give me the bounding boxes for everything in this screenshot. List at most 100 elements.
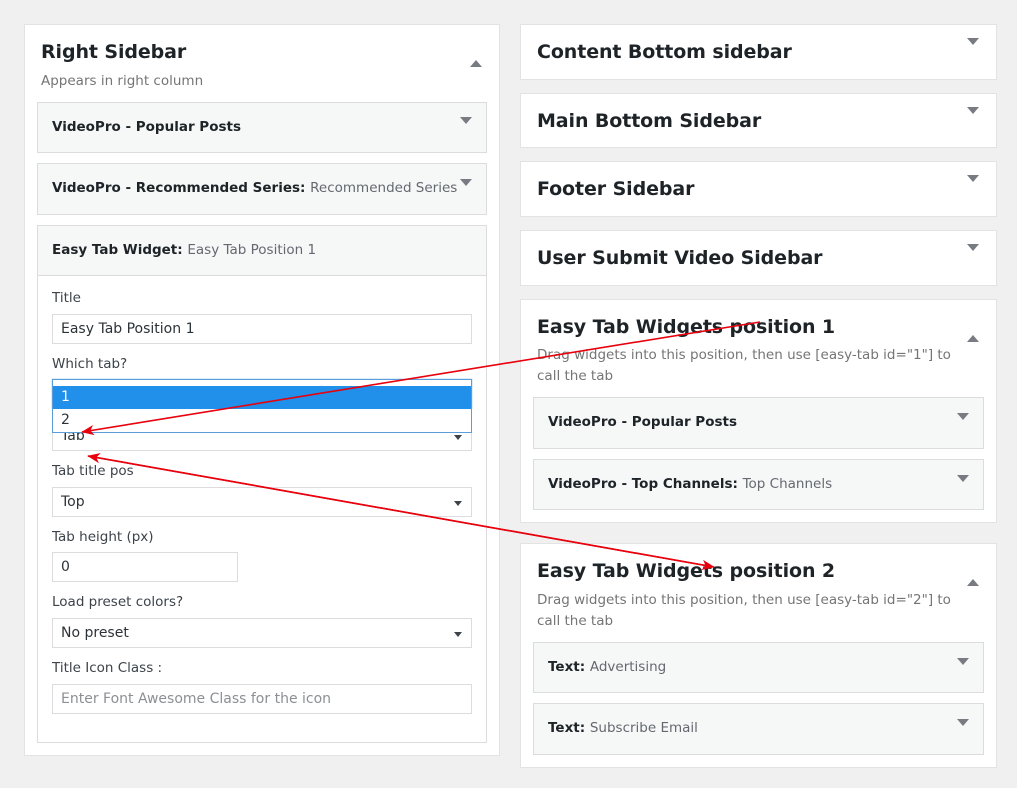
- triangle-down-glyph: [460, 178, 472, 202]
- triangle-down-glyph: [967, 38, 979, 60]
- widget-subtitle: Top Channels: [742, 475, 833, 492]
- sidebar-panel-easy-tab-position-2: Easy Tab Widgets position 2 Drag widgets…: [520, 543, 997, 768]
- panel-title: User Submit Video Sidebar: [537, 247, 823, 270]
- sidebar-panel-footer: Footer Sidebar: [520, 161, 997, 218]
- widget-easy-tab-widget[interactable]: Easy Tab Widget: Easy Tab Position 1 Tit…: [37, 224, 487, 743]
- sidebar-panel-right-sidebar: Right Sidebar Appears in right column Vi…: [24, 24, 500, 756]
- field-title: Title: [52, 290, 472, 344]
- triangle-down-icon[interactable]: [967, 244, 981, 267]
- triangle-up-glyph: [470, 45, 482, 67]
- widget-subtitle: Subscribe Email: [589, 720, 698, 737]
- panel-title: Easy Tab Widgets position 2: [537, 560, 836, 583]
- field-tab-title-pos: Tab title pos Top: [52, 463, 472, 517]
- triangle-down-icon[interactable]: [460, 178, 472, 204]
- dropdown-option-1[interactable]: 1: [53, 385, 471, 409]
- load-preset-colors-select[interactable]: No preset: [52, 617, 472, 648]
- widget-videopro-top-channels[interactable]: VideoPro - Top Channels: Top Channels: [533, 458, 984, 511]
- triangle-down-icon[interactable]: [957, 719, 969, 744]
- widget-subtitle: Advertising: [589, 658, 667, 675]
- widget-subtitle: Easy Tab Position 1: [187, 241, 317, 258]
- tab-height-label: Tab height (px): [52, 528, 154, 545]
- panel-title: Footer Sidebar: [537, 178, 695, 201]
- panel-title: Content Bottom sidebar: [537, 41, 792, 63]
- widget-list: Text: Advertising Text: Subscribe Email: [521, 641, 996, 767]
- triangle-down-glyph: [957, 413, 969, 437]
- widget-title: VideoPro - Popular Posts: [52, 118, 241, 135]
- triangle-up-glyph: [967, 564, 979, 587]
- tab-title-pos-select-value: Top: [61, 493, 85, 510]
- triangle-down-icon[interactable]: [967, 106, 981, 129]
- widgets-admin-screen: Right Sidebar Appears in right column Vi…: [0, 0, 1017, 781]
- field-load-preset-colors: Load preset colors? No preset: [52, 594, 472, 648]
- left-column: Right Sidebar Appears in right column Vi…: [24, 24, 500, 776]
- widget-title: Easy Tab Widget:: [52, 241, 183, 258]
- dropdown-option-2[interactable]: 2: [53, 409, 471, 432]
- widget-header[interactable]: Easy Tab Widget: Easy Tab Position 1: [38, 225, 486, 504]
- widget-header[interactable]: Text: Advertising: [534, 643, 983, 693]
- widget-title: VideoPro - Recommended Series:: [52, 180, 306, 197]
- sidebar-panel-main-bottom: Main Bottom Sidebar: [520, 92, 997, 149]
- widget-title: Text:: [548, 720, 586, 737]
- load-preset-colors-select-value: No preset: [61, 624, 129, 641]
- title-icon-class-input[interactable]: [52, 683, 472, 714]
- triangle-up-glyph: [967, 319, 979, 342]
- triangle-down-icon[interactable]: [957, 413, 969, 438]
- triangle-down-glyph: [967, 175, 979, 198]
- triangle-down-glyph: [957, 474, 969, 498]
- triangle-down-glyph: [967, 244, 979, 267]
- sidebar-panel-user-submit-video: User Submit Video Sidebar: [520, 230, 997, 286]
- panel-title: Easy Tab Widgets position 1: [537, 315, 836, 338]
- panel-header[interactable]: Footer Sidebar: [521, 162, 996, 216]
- widget-header[interactable]: Text: Subscribe Email: [534, 704, 983, 754]
- triangle-down-glyph: [957, 719, 969, 743]
- widget-subtitle: Recommended Series: [310, 180, 458, 197]
- widget-header[interactable]: VideoPro - Popular Posts: [534, 398, 983, 448]
- triangle-down-glyph: [460, 117, 472, 141]
- triangle-down-icon[interactable]: [967, 38, 981, 60]
- tab-height-input[interactable]: [52, 552, 238, 583]
- widget-videopro-popular-posts[interactable]: VideoPro - Popular Posts: [533, 397, 984, 449]
- sidebar-panel-content-bottom: Content Bottom sidebar: [520, 24, 997, 80]
- triangle-up-icon[interactable]: [967, 564, 981, 587]
- panel-header[interactable]: Right Sidebar Appears in right column: [25, 25, 499, 102]
- panel-description: Drag widgets into this position, then us…: [537, 347, 951, 385]
- sidebar-panel-easy-tab-position-1: Easy Tab Widgets position 1 Drag widgets…: [520, 298, 997, 524]
- triangle-down-icon[interactable]: [967, 175, 981, 198]
- widget-header[interactable]: VideoPro - Recommended Series: Recommend…: [38, 164, 486, 214]
- triangle-down-glyph: [957, 657, 969, 681]
- panel-header[interactable]: Content Bottom sidebar: [521, 25, 996, 79]
- triangle-down-icon[interactable]: [957, 474, 969, 500]
- which-tab-dropdown-list[interactable]: 1 2: [52, 385, 472, 433]
- widget-title: Text:: [548, 658, 586, 675]
- widget-text-advertising[interactable]: Text: Advertising: [533, 641, 984, 694]
- widget-videopro-recommended-series[interactable]: VideoPro - Recommended Series: Recommend…: [37, 163, 487, 215]
- tab-title-pos-select[interactable]: Top: [52, 486, 472, 517]
- load-preset-colors-label: Load preset colors?: [52, 594, 184, 611]
- panel-header[interactable]: Main Bottom Sidebar: [521, 94, 996, 148]
- panel-header[interactable]: User Submit Video Sidebar: [521, 231, 996, 285]
- widget-list: VideoPro - Popular Posts VideoPro - Top …: [521, 397, 996, 522]
- field-tab-height: Tab height (px): [52, 529, 472, 583]
- page-title: Right Sidebar: [41, 41, 187, 63]
- title-icon-class-label: Title Icon Class :: [52, 659, 163, 676]
- field-which-tab: Which tab? 1 1 2: [52, 355, 472, 433]
- panel-header[interactable]: Easy Tab Widgets position 2 Drag widgets…: [521, 544, 996, 642]
- panel-title: Main Bottom Sidebar: [537, 109, 762, 132]
- which-tab-label: Which tab?: [52, 355, 128, 372]
- triangle-down-icon[interactable]: [957, 657, 969, 683]
- title-input[interactable]: [52, 313, 472, 344]
- widget-title: VideoPro - Top Channels:: [548, 475, 738, 492]
- widget-title: VideoPro - Popular Posts: [548, 414, 737, 431]
- triangle-up-icon[interactable]: [470, 45, 484, 67]
- widget-settings-form: Title Which tab? 1 1 2: [38, 276, 486, 742]
- panel-description: Drag widgets into this position, then us…: [537, 592, 951, 629]
- field-title-icon-class: Title Icon Class :: [52, 660, 472, 714]
- widget-header[interactable]: VideoPro - Top Channels: Top Channels: [534, 460, 983, 510]
- triangle-down-glyph: [967, 106, 979, 129]
- panel-header[interactable]: Easy Tab Widgets position 1 Drag widgets…: [521, 300, 996, 398]
- triangle-down-icon[interactable]: [460, 117, 472, 142]
- widget-text-subscribe-email[interactable]: Text: Subscribe Email: [533, 703, 984, 755]
- triangle-up-icon[interactable]: [967, 319, 981, 342]
- widget-videopro-popular-posts[interactable]: VideoPro - Popular Posts: [37, 101, 487, 154]
- widget-header[interactable]: VideoPro - Popular Posts: [38, 103, 486, 153]
